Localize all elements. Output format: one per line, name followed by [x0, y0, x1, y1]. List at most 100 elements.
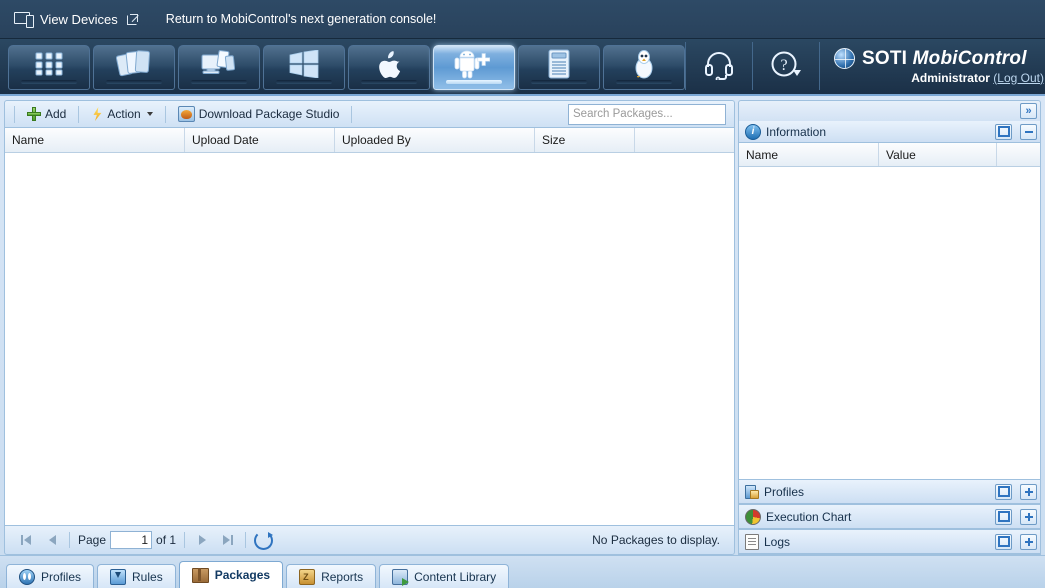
- refresh-icon: [254, 531, 273, 550]
- profiles-panel-header[interactable]: Profiles: [739, 480, 1040, 504]
- pager-separator: [69, 532, 70, 548]
- column-header-spacer[interactable]: [635, 128, 734, 152]
- information-panel: i Information Name Value: [738, 121, 1041, 480]
- return-message: Return to MobiControl's next generation …: [166, 12, 437, 26]
- device-tab-windows[interactable]: [263, 45, 345, 90]
- view-devices-label: View Devices: [40, 12, 118, 27]
- linux-icon: [631, 49, 657, 82]
- packages-grid-header: Name Upload Date Uploaded By Size: [5, 128, 734, 153]
- next-page-icon[interactable]: [189, 529, 215, 551]
- information-panel-header[interactable]: i Information: [739, 121, 1040, 143]
- apple-icon: [376, 49, 402, 82]
- pager-separator: [245, 532, 246, 548]
- execution-chart-panel: Execution Chart: [738, 505, 1041, 530]
- logs-panel-header[interactable]: Logs: [739, 530, 1040, 554]
- profiles-panel: Profiles: [738, 480, 1041, 505]
- package-studio-icon: [178, 106, 195, 122]
- tab-content-library[interactable]: Content Library: [379, 564, 509, 588]
- tab-reports[interactable]: Reports: [286, 564, 376, 588]
- column-header-uploaded-by[interactable]: Uploaded By: [335, 128, 535, 152]
- utility-tabs: ? SOTI MobiControl Administrator (Log Ou…: [685, 39, 1045, 94]
- toolbar-separator: [165, 106, 166, 123]
- profiles-panel-title: Profiles: [764, 485, 987, 499]
- device-tab-all[interactable]: [8, 45, 90, 90]
- profiles-icon: [745, 485, 759, 499]
- device-tab-apple[interactable]: [348, 45, 430, 90]
- information-minimize-button[interactable]: [1020, 124, 1037, 140]
- profiles-expand-button[interactable]: [1020, 484, 1037, 500]
- device-platform-tabs: [0, 39, 685, 94]
- profiles-tab-icon: [19, 569, 35, 585]
- logout-link[interactable]: (Log Out): [993, 71, 1044, 85]
- brand-name: SOTI: [862, 48, 913, 69]
- information-table-body[interactable]: [739, 167, 1040, 479]
- packages-tab-icon: [192, 568, 209, 583]
- help-button[interactable]: ?: [752, 42, 819, 90]
- page-count-label: of 1: [156, 533, 176, 547]
- add-button[interactable]: Add: [20, 104, 73, 124]
- last-page-icon[interactable]: [215, 529, 241, 551]
- toolbar-separator: [351, 106, 352, 123]
- double-chevron-right-icon[interactable]: »: [1020, 103, 1037, 119]
- info-column-spacer: [997, 143, 1040, 166]
- search-input[interactable]: [568, 104, 726, 125]
- profiles-restore-button[interactable]: [995, 484, 1012, 500]
- support-button[interactable]: [685, 42, 752, 90]
- bottom-tabbar: Profiles Rules Packages Reports Content …: [0, 555, 1045, 588]
- add-button-label: Add: [45, 107, 66, 121]
- first-page-icon[interactable]: [13, 529, 39, 551]
- pagination-bar: Page of 1 No Packages to display.: [4, 526, 735, 555]
- android-icon: [454, 49, 494, 82]
- external-link-icon: [127, 14, 138, 25]
- column-header-size[interactable]: Size: [535, 128, 635, 152]
- device-tab-server[interactable]: [518, 45, 600, 90]
- packages-grid-body[interactable]: [5, 153, 734, 525]
- device-tab-mobile-devices[interactable]: [93, 45, 175, 90]
- action-button[interactable]: Action: [84, 104, 159, 124]
- logs-icon: [745, 534, 759, 550]
- download-package-studio-label: Download Package Studio: [199, 107, 340, 121]
- green-plus-icon: [27, 107, 41, 121]
- grid-icon: [34, 51, 64, 80]
- logs-panel: Logs: [738, 530, 1041, 555]
- grid-status-text: No Packages to display.: [592, 533, 726, 547]
- column-header-upload-date[interactable]: Upload Date: [185, 128, 335, 152]
- tab-packages[interactable]: Packages: [179, 561, 283, 588]
- tab-profiles[interactable]: Profiles: [6, 564, 94, 588]
- tab-reports-label: Reports: [321, 570, 363, 584]
- toolbar-separator: [78, 106, 79, 123]
- chevron-down-icon: [147, 112, 153, 116]
- devices-icon: [14, 12, 34, 27]
- device-tab-linux[interactable]: [603, 45, 685, 90]
- logs-expand-button[interactable]: [1020, 534, 1037, 550]
- lightning-bolt-icon: [91, 107, 103, 121]
- device-tab-android[interactable]: [433, 45, 515, 90]
- refresh-button[interactable]: [250, 529, 276, 551]
- column-header-name[interactable]: Name: [5, 128, 185, 152]
- execution-chart-panel-header[interactable]: Execution Chart: [739, 505, 1040, 529]
- info-icon: i: [745, 124, 761, 140]
- search-wrapper: [568, 104, 726, 125]
- reports-tab-icon: [299, 569, 315, 585]
- desktop-devices-icon: [201, 50, 237, 81]
- server-icon: [546, 49, 572, 82]
- execution-chart-restore-button[interactable]: [995, 509, 1012, 525]
- page-label: Page: [78, 533, 106, 547]
- previous-page-icon[interactable]: [39, 529, 65, 551]
- view-devices-button[interactable]: View Devices: [14, 12, 138, 27]
- tab-packages-label: Packages: [215, 568, 270, 582]
- info-column-name[interactable]: Name: [739, 143, 879, 166]
- info-column-value[interactable]: Value: [879, 143, 997, 166]
- logs-restore-button[interactable]: [995, 534, 1012, 550]
- device-tab-desktop-devices[interactable]: [178, 45, 260, 90]
- current-user: Administrator: [911, 71, 990, 85]
- download-package-studio-button[interactable]: Download Package Studio: [171, 103, 347, 125]
- question-mark-icon: ?: [770, 50, 802, 83]
- tab-rules[interactable]: Rules: [97, 564, 176, 588]
- details-expander-bar: »: [738, 100, 1041, 121]
- page-number-input[interactable]: [110, 531, 152, 549]
- information-restore-button[interactable]: [995, 124, 1012, 140]
- execution-chart-expand-button[interactable]: [1020, 509, 1037, 525]
- logs-panel-title: Logs: [764, 535, 987, 549]
- packages-pane: Add Action Download Package Studio: [4, 100, 735, 555]
